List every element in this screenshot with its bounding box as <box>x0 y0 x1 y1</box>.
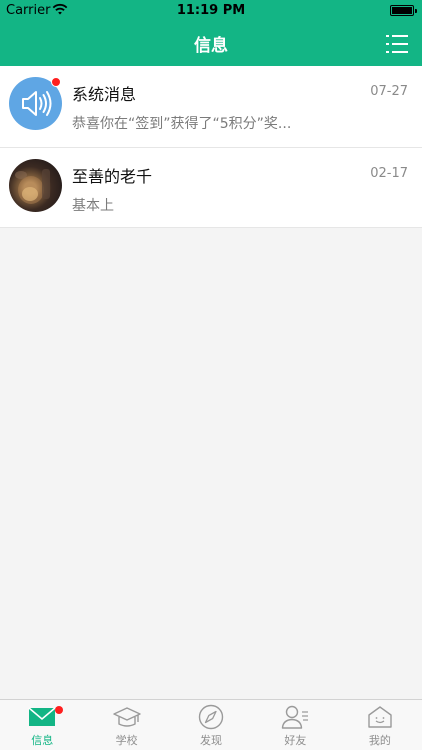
user-photo <box>15 169 50 204</box>
message-title: 至善的老千 <box>72 167 153 186</box>
message-title: 系统消息 <box>72 85 137 104</box>
tab-friends[interactable]: 好友 <box>253 700 337 750</box>
tab-messages[interactable]: 信息 <box>0 700 84 750</box>
tab-label: 发现 <box>200 734 223 747</box>
message-preview: 恭喜你在“签到”获得了“5积分”奖... <box>72 116 292 132</box>
message-date: 07-27 <box>370 84 408 99</box>
message-preview: 基本上 <box>72 198 114 214</box>
tab-school[interactable]: 学校 <box>84 700 168 750</box>
status-time: 11:19 PM <box>176 3 246 18</box>
list-item[interactable]: 系统消息 07-27 恭喜你在“签到”获得了“5积分”奖... <box>0 66 422 147</box>
tab-badge <box>55 706 63 714</box>
tab-label: 我的 <box>368 734 391 747</box>
battery-icon <box>390 5 417 16</box>
status-bar: Carrier 11:19 PM <box>0 0 422 22</box>
graduation-cap-icon <box>112 707 141 727</box>
page-title: 信息 <box>194 36 228 56</box>
navigation-bar: 信息 <box>0 22 422 66</box>
message-list: 系统消息 07-27 恭喜你在“签到”获得了“5积分”奖... 至善的老千 02… <box>0 66 422 228</box>
tab-label: 好友 <box>284 734 307 747</box>
tab-profile[interactable]: 我的 <box>338 700 422 750</box>
list-menu-icon[interactable] <box>386 33 408 55</box>
friends-icon <box>282 705 309 729</box>
tab-label: 信息 <box>31 734 54 747</box>
compass-icon <box>198 704 224 730</box>
tab-bar: 信息 学校 发现 好友 我的 <box>0 699 422 750</box>
tab-label: 学校 <box>115 734 138 747</box>
home-face-icon <box>368 706 392 728</box>
message-date: 02-17 <box>370 166 408 181</box>
avatar <box>9 159 62 212</box>
list-item[interactable]: 至善的老千 02-17 基本上 <box>0 147 422 228</box>
unread-badge <box>51 77 61 87</box>
tab-discover[interactable]: 发现 <box>169 700 253 750</box>
mail-icon <box>28 707 56 726</box>
